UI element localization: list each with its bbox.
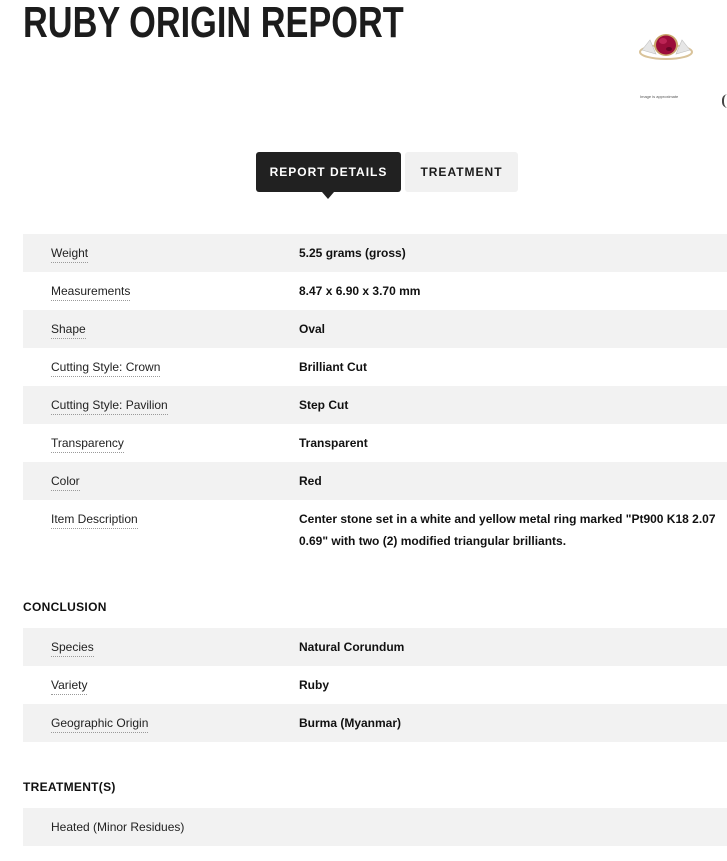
table-row: Shape Oval xyxy=(23,310,727,348)
treatments-table: Heated (Minor Residues) xyxy=(23,808,727,846)
row-label[interactable]: Shape xyxy=(51,322,86,339)
row-label[interactable]: Variety xyxy=(51,678,88,695)
row-label[interactable]: Species xyxy=(51,640,94,657)
row-value: 5.25 grams (gross) xyxy=(299,246,406,260)
image-caption: Image is approximate xyxy=(640,94,679,99)
table-row: Variety Ruby xyxy=(23,666,727,704)
carousel-next-control[interactable] xyxy=(722,94,727,108)
row-value: Oval xyxy=(299,322,326,336)
row-label[interactable]: Geographic Origin xyxy=(51,716,149,733)
treatments-heading: TREATMENT(S) xyxy=(23,780,116,794)
row-value: Ruby xyxy=(299,678,329,692)
row-value: Red xyxy=(299,474,322,488)
row-label[interactable]: Item Description xyxy=(51,512,138,529)
ruby-ring-image xyxy=(639,34,693,60)
table-row: Cutting Style: Crown Brilliant Cut xyxy=(23,348,727,386)
page-title: RUBY ORIGIN REPORT xyxy=(23,0,404,47)
row-value: 8.47 x 6.90 x 3.70 mm xyxy=(299,284,421,298)
table-row: Weight 5.25 grams (gross) xyxy=(23,234,727,272)
row-label[interactable]: Cutting Style: Pavilion xyxy=(51,398,168,415)
row-label: Heated (Minor Residues) xyxy=(51,820,185,834)
table-row: Color Red xyxy=(23,462,727,500)
row-value: Brilliant Cut xyxy=(299,360,367,374)
row-value: Center stone set in a white and yellow m… xyxy=(299,512,716,548)
conclusion-table: Species Natural Corundum Variety Ruby Ge… xyxy=(23,628,727,742)
tab-report-details[interactable]: REPORT DETAILS xyxy=(256,152,401,199)
row-value: Natural Corundum xyxy=(299,640,405,654)
row-label[interactable]: Measurements xyxy=(51,284,131,301)
row-label[interactable]: Weight xyxy=(51,246,89,263)
row-value: Transparent xyxy=(299,436,368,450)
row-value: Step Cut xyxy=(299,398,349,412)
row-value: Burma (Myanmar) xyxy=(299,716,402,730)
report-details-table: Weight 5.25 grams (gross) Measurements 8… xyxy=(23,234,727,562)
table-row: Geographic Origin Burma (Myanmar) xyxy=(23,704,727,742)
table-row: Species Natural Corundum xyxy=(23,628,727,666)
table-row: Measurements 8.47 x 6.90 x 3.70 mm xyxy=(23,272,727,310)
row-label[interactable]: Transparency xyxy=(51,436,124,453)
report-page: RUBY ORIGIN REPORT Image is approximate … xyxy=(0,0,727,861)
table-row: Transparency Transparent xyxy=(23,424,727,462)
conclusion-heading: CONCLUSION xyxy=(23,600,107,614)
tab-treatment[interactable]: TREATMENT xyxy=(405,152,518,192)
row-label[interactable]: Cutting Style: Crown xyxy=(51,360,161,377)
table-row: Cutting Style: Pavilion Step Cut xyxy=(23,386,727,424)
table-row: Item Description Center stone set in a w… xyxy=(23,500,727,562)
row-label[interactable]: Color xyxy=(51,474,80,491)
table-row: Heated (Minor Residues) xyxy=(23,808,727,846)
